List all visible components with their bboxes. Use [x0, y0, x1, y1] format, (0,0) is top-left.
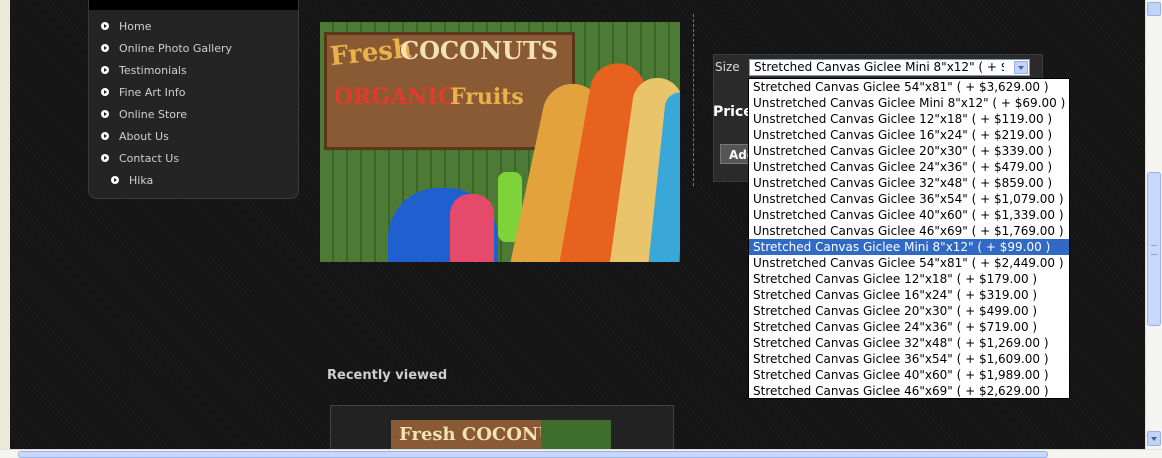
thumb-wall — [541, 420, 611, 449]
nav-item-fine-art-info[interactable]: Fine Art Info — [101, 83, 186, 101]
bullet-arrow-icon — [101, 88, 109, 96]
size-option[interactable]: Unstretched Canvas Giclee 20"x30" ( + $3… — [749, 143, 1069, 159]
bullet-arrow-icon — [101, 22, 109, 30]
size-option[interactable]: Stretched Canvas Giclee 32"x48" ( + $1,2… — [749, 335, 1069, 351]
size-option[interactable]: Unstretched Canvas Giclee 12"x18" ( + $1… — [749, 111, 1069, 127]
size-option[interactable]: Unstretched Canvas Giclee 24"x36" ( + $4… — [749, 159, 1069, 175]
sign-text: COCONUTS — [400, 36, 559, 65]
product-photo[interactable]: Fresh COCONUTS ORGANIC Fruits — [320, 22, 680, 262]
nav-item-home[interactable]: Home — [101, 17, 151, 35]
size-option[interactable]: Stretched Canvas Giclee 40"x60" ( + $1,9… — [749, 367, 1069, 383]
scroll-down-button[interactable] — [1147, 431, 1161, 446]
nav-item-label: Testimonials — [119, 63, 187, 77]
nav-item-about-us[interactable]: About Us — [101, 127, 169, 145]
size-option[interactable]: Unstretched Canvas Giclee 40"x60" ( + $1… — [749, 207, 1069, 223]
nav-item-label: Online Store — [119, 107, 188, 121]
nav-item-label: Contact Us — [119, 151, 180, 165]
size-option[interactable]: Stretched Canvas Giclee Mini 8"x12" ( + … — [749, 239, 1069, 255]
bodyboard-pink — [450, 194, 494, 262]
nav-item-online-store[interactable]: Online Store — [101, 105, 187, 123]
recently-viewed-thumbnail[interactable]: Fresh COCONUTS — [391, 420, 611, 449]
nav-item-testimonials[interactable]: Testimonials — [101, 61, 187, 79]
nav-item-label: Hika — [129, 173, 154, 187]
vertical-scrollbar[interactable] — [1145, 0, 1162, 449]
sidebar-top-bar — [89, 0, 298, 10]
nav-item-label: Home — [119, 19, 152, 33]
sidebar-nav: Home Online Photo Gallery Testimonials F… — [88, 0, 299, 199]
sign-text: Fruits — [450, 84, 524, 110]
size-option[interactable]: Unstretched Canvas Giclee 54"x81" ( + $2… — [749, 255, 1069, 271]
size-option[interactable]: Stretched Canvas Giclee 54"x81" ( + $3,6… — [749, 79, 1069, 95]
bullet-arrow-icon — [101, 110, 109, 118]
size-option[interactable]: Stretched Canvas Giclee 12"x18" ( + $179… — [749, 271, 1069, 287]
recently-viewed-title: Recently viewed — [327, 368, 448, 383]
nav-item-label: Online Photo Gallery — [119, 41, 233, 55]
grip-icon — [1151, 245, 1157, 255]
nav-item-label: About Us — [119, 129, 169, 143]
nav-item-online-photo-gallery[interactable]: Online Photo Gallery — [101, 39, 232, 57]
size-select-value: Stretched Canvas Giclee Mini 8"x12" ( + … — [754, 60, 1004, 74]
size-option[interactable]: Stretched Canvas Giclee 16"x24" ( + $319… — [749, 287, 1069, 303]
bullet-arrow-icon — [101, 66, 109, 74]
price-label: Price — [713, 104, 753, 120]
bullet-arrow-icon — [111, 176, 119, 184]
size-option[interactable]: Unstretched Canvas Giclee Mini 8"x12" ( … — [749, 95, 1069, 111]
bullet-arrow-icon — [101, 44, 109, 52]
nav-subitem-hika[interactable]: Hika — [111, 171, 153, 189]
size-dropdown-list[interactable]: Stretched Canvas Giclee 54"x81" ( + $3,6… — [748, 78, 1070, 399]
size-option[interactable]: Stretched Canvas Giclee 46"x69" ( + $2,6… — [749, 383, 1069, 399]
size-select[interactable]: Stretched Canvas Giclee Mini 8"x12" ( + … — [749, 59, 1030, 76]
size-option[interactable]: Stretched Canvas Giclee 36"x54" ( + $1,6… — [749, 351, 1069, 367]
recently-viewed-panel: Fresh COCONUTS — [330, 405, 674, 449]
size-option[interactable]: Stretched Canvas Giclee 24"x36" ( + $719… — [749, 319, 1069, 335]
dashed-divider — [693, 14, 694, 186]
scroll-thumb[interactable] — [18, 451, 1048, 458]
bullet-arrow-icon — [101, 132, 109, 140]
size-option[interactable]: Unstretched Canvas Giclee 36"x54" ( + $1… — [749, 191, 1069, 207]
scroll-up-button[interactable] — [1147, 2, 1161, 16]
size-option[interactable]: Unstretched Canvas Giclee 46"x69" ( + $1… — [749, 223, 1069, 239]
bullet-arrow-icon — [101, 154, 109, 162]
size-option[interactable]: Unstretched Canvas Giclee 16"x24" ( + $2… — [749, 127, 1069, 143]
horizontal-scrollbar[interactable] — [0, 449, 1162, 458]
nav-item-contact-us[interactable]: Contact Us — [101, 149, 179, 167]
sign-text: ORGANIC — [334, 84, 456, 110]
nav-item-label: Fine Art Info — [119, 85, 186, 99]
chevron-down-icon[interactable] — [1014, 61, 1028, 74]
scroll-thumb[interactable] — [1147, 172, 1161, 326]
size-option[interactable]: Unstretched Canvas Giclee 32"x48" ( + $8… — [749, 175, 1069, 191]
size-label: Size — [715, 60, 740, 74]
size-option[interactable]: Stretched Canvas Giclee 20"x30" ( + $499… — [749, 303, 1069, 319]
